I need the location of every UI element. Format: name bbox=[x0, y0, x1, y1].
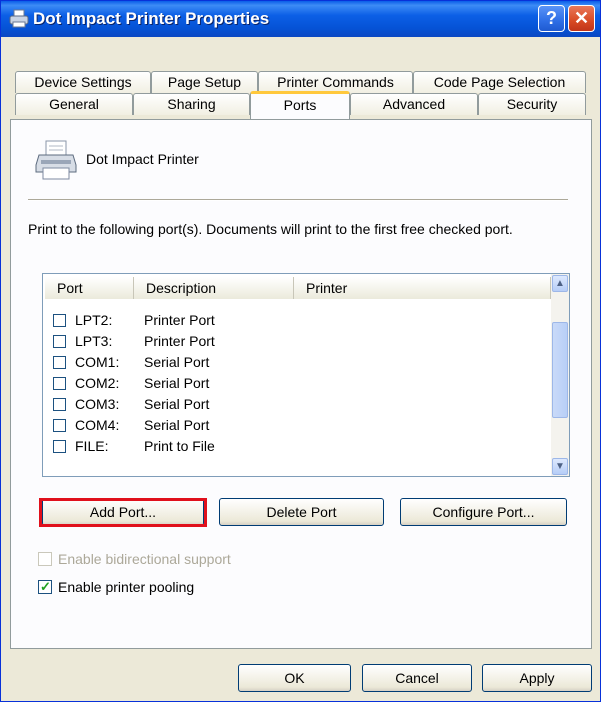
tab-device-settings[interactable]: Device Settings bbox=[15, 71, 151, 93]
scroll-down-icon[interactable]: ▼ bbox=[552, 458, 568, 475]
port-checkbox[interactable] bbox=[53, 377, 66, 390]
port-row[interactable]: COM4: Serial Port bbox=[53, 415, 513, 436]
port-description: Printer Port bbox=[144, 333, 215, 349]
printer-name: Dot Impact Printer bbox=[86, 151, 199, 167]
port-description: Serial Port bbox=[144, 354, 210, 370]
port-description: Serial Port bbox=[144, 417, 210, 433]
port-name: LPT2: bbox=[75, 312, 113, 328]
port-name: COM1: bbox=[75, 354, 120, 370]
port-checkbox[interactable] bbox=[53, 356, 66, 369]
scroll-thumb[interactable] bbox=[552, 322, 568, 418]
port-name: LPT3: bbox=[75, 333, 113, 349]
highlight-box bbox=[39, 498, 207, 527]
column-header-port[interactable]: Port bbox=[45, 277, 134, 299]
port-checkbox[interactable] bbox=[53, 314, 66, 327]
checkmark-icon: ✓ bbox=[40, 579, 51, 594]
port-description: Printer Port bbox=[144, 312, 215, 328]
port-row[interactable]: COM3: Serial Port bbox=[53, 394, 513, 415]
printer-icon bbox=[35, 140, 77, 180]
port-row[interactable]: COM2: Serial Port bbox=[53, 373, 513, 394]
port-description: Serial Port bbox=[144, 396, 210, 412]
bidirectional-checkbox[interactable] bbox=[38, 552, 52, 566]
tab-advanced[interactable]: Advanced bbox=[350, 93, 478, 115]
vertical-scrollbar[interactable]: ▲ ▼ bbox=[551, 274, 569, 476]
window-title: Dot Impact Printer Properties bbox=[33, 9, 270, 28]
title-bar[interactable]: Dot Impact Printer Properties ? ✕ bbox=[1, 1, 600, 37]
close-button[interactable]: ✕ bbox=[568, 5, 595, 32]
scroll-up-icon[interactable]: ▲ bbox=[552, 275, 568, 292]
tab-general[interactable]: General bbox=[15, 93, 133, 115]
ports-description: Print to the following port(s). Document… bbox=[28, 221, 513, 237]
port-name: COM3: bbox=[75, 396, 120, 412]
help-button[interactable]: ? bbox=[538, 5, 565, 32]
port-description: Serial Port bbox=[144, 375, 210, 391]
column-header-printer[interactable]: Printer bbox=[294, 277, 551, 299]
port-list[interactable]: Port Description Printer LPT2: Printer P… bbox=[42, 273, 570, 477]
tab-printer-commands[interactable]: Printer Commands bbox=[258, 71, 413, 93]
port-description: Print to File bbox=[144, 438, 215, 454]
column-header-description[interactable]: Description bbox=[134, 277, 294, 299]
port-name: COM2: bbox=[75, 375, 120, 391]
tab-security[interactable]: Security bbox=[478, 93, 586, 115]
delete-port-button[interactable]: Delete Port bbox=[219, 498, 384, 526]
port-name: FILE: bbox=[75, 438, 109, 454]
configure-port-button[interactable]: Configure Port... bbox=[400, 498, 567, 526]
port-row[interactable]: COM1: Serial Port bbox=[53, 352, 513, 373]
tab-ports[interactable]: Ports bbox=[250, 91, 350, 119]
pooling-checkbox[interactable]: ✓ bbox=[38, 579, 52, 594]
port-checkbox[interactable] bbox=[53, 335, 66, 348]
cancel-button[interactable]: Cancel bbox=[362, 664, 472, 692]
tab-sharing[interactable]: Sharing bbox=[133, 93, 250, 115]
pooling-label: Enable printer pooling bbox=[58, 579, 195, 595]
port-row[interactable]: FILE: Print to File bbox=[53, 436, 513, 457]
port-checkbox[interactable] bbox=[53, 419, 66, 432]
port-row[interactable]: LPT2: Printer Port bbox=[53, 310, 513, 331]
port-name: COM4: bbox=[75, 417, 120, 433]
port-checkbox[interactable] bbox=[53, 440, 66, 453]
ok-button[interactable]: OK bbox=[238, 664, 351, 692]
tab-code-page-selection[interactable]: Code Page Selection bbox=[413, 71, 586, 93]
properties-window: Dot Impact Printer Properties ? ✕ Device… bbox=[0, 0, 601, 702]
port-checkbox[interactable] bbox=[53, 398, 66, 411]
separator bbox=[28, 199, 568, 201]
bidirectional-label: Enable bidirectional support bbox=[58, 551, 231, 567]
tab-page-setup[interactable]: Page Setup bbox=[151, 71, 258, 93]
port-row[interactable]: LPT3: Printer Port bbox=[53, 331, 513, 352]
printer-icon bbox=[9, 9, 29, 28]
apply-button[interactable]: Apply bbox=[482, 664, 592, 692]
